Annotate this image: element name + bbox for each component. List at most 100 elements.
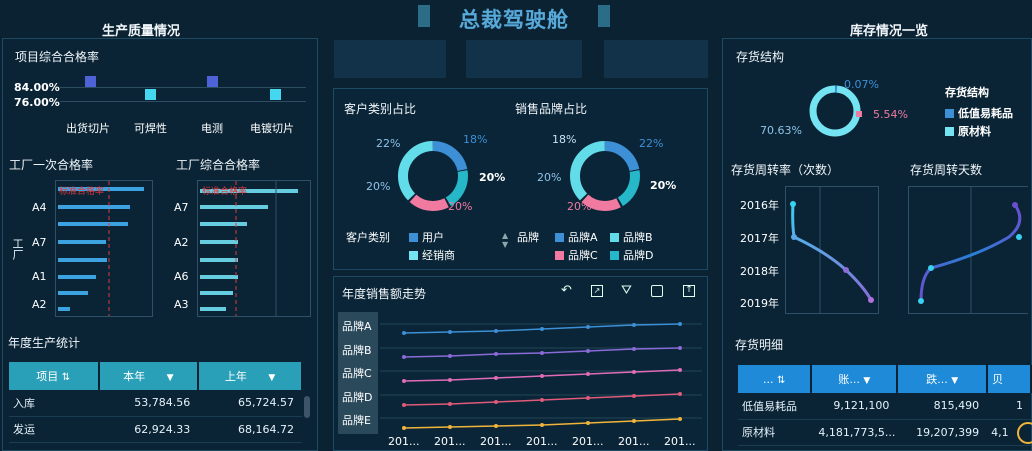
pie-label: 20% <box>650 179 677 192</box>
table-row[interactable]: 发运 62,924.33 68,164.72 <box>9 416 302 443</box>
legend-pager-icon[interactable]: ▲ ▼ <box>502 231 508 249</box>
legend-title: 客户类别 <box>346 231 390 244</box>
inventory-detail-title: 存货明细 <box>735 338 784 352</box>
pie-label: 0.07% <box>844 78 879 91</box>
y-tick: 2018年 <box>740 265 779 278</box>
sort-icon[interactable]: ⇅ <box>777 375 785 386</box>
bar <box>58 291 88 295</box>
row-label: 品牌E <box>342 414 371 427</box>
inventory-detail-table: ... ⇅ 账... ▼ 跌... ▼ 贝 低值易耗品 9,121,100 81… <box>738 365 1032 446</box>
col-header-last-year[interactable]: 上年 ▼ <box>198 362 303 390</box>
col-header-extra[interactable]: 贝 <box>987 365 1032 393</box>
legend-item[interactable]: 用户 <box>409 229 444 245</box>
y-tick: 2019年 <box>740 297 779 310</box>
bar <box>200 240 238 244</box>
assistant-button[interactable] <box>1017 422 1032 444</box>
undo-button[interactable]: ↶ <box>561 284 575 298</box>
legend-item[interactable]: 品牌B <box>610 229 653 245</box>
y-tick: 76.00% <box>14 96 60 109</box>
sort-icon[interactable]: ⇅ <box>62 372 70 383</box>
table-scrollbar[interactable] <box>304 396 310 418</box>
x-tick: 电镀切片 <box>250 122 294 135</box>
legend-item[interactable]: 品牌A <box>555 229 598 245</box>
title-bar-right <box>598 5 610 27</box>
legend-title: 品牌 <box>517 231 539 244</box>
factory-total-title: 工厂综合合格率 <box>176 158 261 172</box>
dropdown-icon[interactable]: ▼ <box>268 373 275 383</box>
point-marker <box>270 89 281 100</box>
bar <box>200 258 238 262</box>
y-tick: A1 <box>32 270 47 283</box>
col-header-book[interactable]: 账... ▼ <box>811 365 899 393</box>
bar <box>58 205 130 209</box>
col-header-this-year[interactable]: 本年 ▼ <box>98 362 200 390</box>
annual-prod-title: 年度生产统计 <box>8 336 81 350</box>
factory-first-title: 工厂一次合格率 <box>9 158 94 172</box>
col-header-drop[interactable]: 跌... ▼ <box>897 365 989 393</box>
bar <box>58 275 96 279</box>
dropdown-icon[interactable]: ▼ <box>951 376 958 386</box>
turnover-rate-line <box>790 187 874 313</box>
point-marker <box>145 89 156 100</box>
bar <box>58 307 70 311</box>
row-label: 品牌B <box>342 344 372 357</box>
expand-button[interactable]: ↗ <box>591 285 603 297</box>
header-decoration <box>604 40 708 78</box>
y-tick: 2017年 <box>740 232 779 245</box>
y-tick: A7 <box>174 201 189 214</box>
legend-item[interactable]: 品牌C <box>555 247 598 263</box>
row-label: 品牌A <box>342 320 372 333</box>
turnover-rate-title: 存货周转率（次数） <box>731 163 840 177</box>
legend-item[interactable]: 原材料 <box>945 123 991 139</box>
bar <box>200 222 247 226</box>
col-header-item[interactable]: 项目 ⇅ <box>9 362 100 390</box>
col-header-item[interactable]: ... ⇅ <box>738 365 813 393</box>
y-tick: A2 <box>174 236 189 249</box>
legend-item[interactable]: 品牌D <box>610 247 653 263</box>
x-tick: 201... <box>526 435 558 448</box>
pie-label: 20% <box>537 171 562 184</box>
section-title-right: 库存情况一览 <box>850 24 929 39</box>
legend-item[interactable]: 低值易耗品 <box>945 105 1013 121</box>
reference-label: 标准合格率 <box>202 187 248 197</box>
export-button[interactable] <box>651 285 663 297</box>
brand-title: 销售品牌占比 <box>515 102 588 116</box>
y-tick: A3 <box>174 298 189 311</box>
factory-first-bars <box>58 181 144 316</box>
y-axis-label: 工厂 <box>11 238 24 260</box>
sales-trend-title: 年度销售额走势 <box>342 287 427 301</box>
customer-title: 客户类别占比 <box>344 102 417 116</box>
bar <box>200 307 226 311</box>
x-tick: 201... <box>480 435 512 448</box>
quality-title: 项目综合合格率 <box>15 50 100 64</box>
inventory-donut <box>809 85 861 137</box>
pie-label: 20% <box>366 180 391 193</box>
row-label: 品牌C <box>342 367 372 380</box>
table-row[interactable]: 原材料 4,181,773,5... 19,207,399 4,1 <box>738 419 1031 446</box>
header-decoration <box>334 40 446 78</box>
pie-label: 18% <box>552 133 577 146</box>
x-tick: 电测 <box>201 122 223 135</box>
bar <box>200 275 238 279</box>
dropdown-icon[interactable]: ▼ <box>863 376 870 386</box>
table-row[interactable]: 入库 53,784.56 65,724.57 <box>9 390 302 417</box>
donut-marker <box>856 111 862 117</box>
filter-button[interactable]: ⛛ <box>621 283 632 298</box>
x-tick: 201... <box>618 435 650 448</box>
gridline <box>60 87 306 88</box>
reference-label: 标准合格率 <box>59 187 105 197</box>
pie-label: 22% <box>376 137 401 150</box>
share-button[interactable]: ↑ <box>683 285 695 297</box>
legend-item[interactable]: 经销商 <box>409 247 455 263</box>
pie-label: 5.54% <box>873 108 908 121</box>
dropdown-icon[interactable]: ▼ <box>167 373 174 383</box>
bar <box>200 291 233 295</box>
pie-label: 70.63% <box>760 124 802 137</box>
turnover-days-title: 存货周转天数 <box>910 163 983 177</box>
header-decoration <box>466 40 582 78</box>
x-tick: 出货切片 <box>66 122 110 135</box>
page-title: 总裁驾驶舱 <box>459 8 569 32</box>
pie-label: 20% <box>448 200 473 213</box>
table-row[interactable]: 低值易耗品 9,121,100 815,490 1 <box>738 393 1031 420</box>
bar <box>58 240 106 244</box>
